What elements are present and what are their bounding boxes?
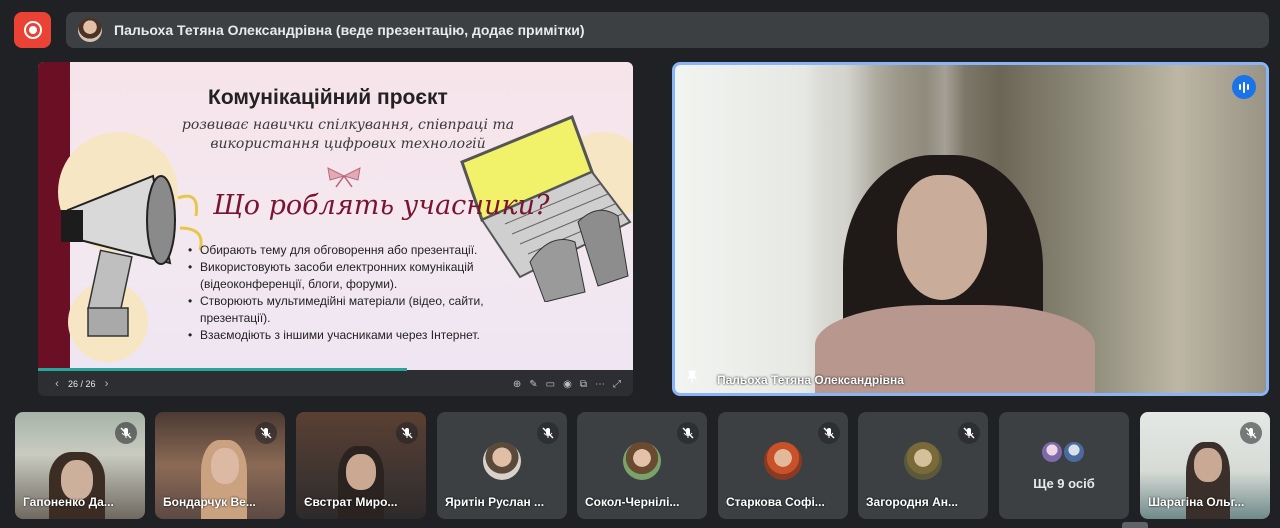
participant-avatar — [1040, 440, 1064, 464]
previous-slide-button[interactable]: ‹ — [48, 378, 66, 390]
slide-controls: ‹ 26 / 26 › ⊕ ✎ ▭ ◉ ⧉ ⋯ ⤢ — [38, 372, 633, 396]
pen-icon[interactable]: ✎ — [529, 379, 537, 390]
participant-avatar — [483, 442, 521, 480]
participant-name: Яритін Руслан ... — [445, 495, 545, 509]
slide-page-indicator: 26 / 26 — [68, 379, 96, 389]
participant-name: Сокол-Чернілі... — [585, 495, 680, 509]
slide-bullet-list: Обирають тему для обговорення або презен… — [188, 242, 528, 344]
participant-face — [346, 454, 376, 490]
zoom-icon[interactable]: ⊕ — [513, 379, 521, 390]
slide-heading: Що роблять учасники? — [213, 190, 550, 221]
mic-off-icon — [255, 422, 277, 444]
participant-avatar — [623, 442, 661, 480]
megaphone-illustration — [61, 174, 203, 337]
presenter-banner[interactable]: Пальоха Тетяна Олександрівна (веде презе… — [66, 12, 1269, 48]
mic-off-icon — [396, 422, 418, 444]
mic-off-icon — [958, 422, 980, 444]
participant-tile[interactable]: Старкова Софі... — [718, 412, 848, 519]
mic-off-icon — [1240, 422, 1262, 444]
pin-icon[interactable] — [685, 370, 699, 384]
record-icon — [23, 21, 42, 39]
speaker-face — [897, 175, 987, 300]
speaking-indicator-icon — [1232, 75, 1256, 99]
slide-bullet: Створюють мультимедійні матеріали (відео… — [188, 293, 528, 327]
participant-tile[interactable]: Бондарчук Ве... — [155, 412, 285, 519]
participant-name: Старкова Софі... — [726, 495, 825, 509]
screen-icon[interactable]: ⧉ — [580, 379, 587, 390]
next-slide-button[interactable]: › — [98, 378, 116, 390]
slide-toolbar: ⊕ ✎ ▭ ◉ ⧉ ⋯ ⤢ — [513, 379, 633, 390]
slide-subtitle: розвиває навички спілкування, співпраці … — [181, 117, 515, 152]
more-participants-label: Ще 9 осіб — [1033, 476, 1095, 491]
captions-icon[interactable]: ▭ — [546, 379, 555, 390]
slide-bullet: Взаємодіють з іншими учасниками через Ін… — [188, 327, 528, 344]
slide-progress-bar — [38, 368, 407, 371]
bow-icon — [327, 167, 361, 188]
participant-tile[interactable]: Загородня Ан... — [858, 412, 988, 519]
slide-bullet: Використовують засоби електронних комуні… — [188, 259, 528, 293]
participant-avatar — [764, 442, 802, 480]
mic-off-icon — [537, 422, 559, 444]
mic-off-icon — [115, 422, 137, 444]
more-participants-avatars — [1040, 440, 1090, 466]
participant-tile[interactable]: Яритін Руслан ... — [437, 412, 567, 519]
participant-name: Євстрат Миро... — [304, 495, 398, 509]
presenter-avatar — [78, 18, 102, 42]
mic-off-icon — [818, 422, 840, 444]
participant-tile[interactable]: Гапоненко Да... — [15, 412, 145, 519]
participant-name: Гапоненко Да... — [23, 495, 114, 509]
participant-face — [211, 448, 239, 484]
presenter-banner-text: Пальоха Тетяна Олександрівна (веде презе… — [114, 22, 585, 38]
filmstrip-scroll-handle[interactable] — [1122, 522, 1148, 528]
record-button[interactable] — [14, 12, 51, 48]
more-options-icon[interactable]: ⋯ — [595, 379, 605, 390]
participant-avatar — [1062, 440, 1086, 464]
more-participants-tile[interactable]: Ще 9 осіб — [999, 412, 1129, 519]
participant-face — [61, 460, 93, 500]
participant-tile[interactable]: Сокол-Чернілі... — [577, 412, 707, 519]
participant-name: Загородня Ан... — [866, 495, 958, 509]
fullscreen-icon[interactable]: ⤢ — [613, 379, 621, 390]
mic-off-icon — [677, 422, 699, 444]
speaker-name: Пальоха Тетяна Олександрівна — [717, 373, 904, 387]
participant-avatar — [904, 442, 942, 480]
slide-bullet: Обирають тему для обговорення або презен… — [188, 242, 528, 259]
slide-title: Комунікаційний проєкт — [208, 86, 448, 109]
participant-tile[interactable]: Шарагіна Ольг... — [1140, 412, 1270, 519]
active-speaker-tile[interactable]: Пальоха Тетяна Олександрівна — [672, 62, 1269, 396]
participants-filmstrip: Гапоненко Да... Бондарчук Ве... Євстрат … — [0, 412, 1280, 519]
presentation-tile[interactable]: Комунікаційний проєкт розвиває навички с… — [38, 62, 633, 396]
audio-icon[interactable]: ◉ — [563, 379, 572, 390]
participant-name: Шарагіна Ольг... — [1148, 495, 1245, 509]
presentation-slide: Комунікаційний проєкт розвиває навички с… — [38, 62, 633, 370]
participant-name: Бондарчук Ве... — [163, 495, 256, 509]
top-bar: Пальоха Тетяна Олександрівна (веде презе… — [0, 0, 1280, 60]
participant-tile[interactable]: Євстрат Миро... — [296, 412, 426, 519]
participant-face — [1194, 448, 1222, 482]
